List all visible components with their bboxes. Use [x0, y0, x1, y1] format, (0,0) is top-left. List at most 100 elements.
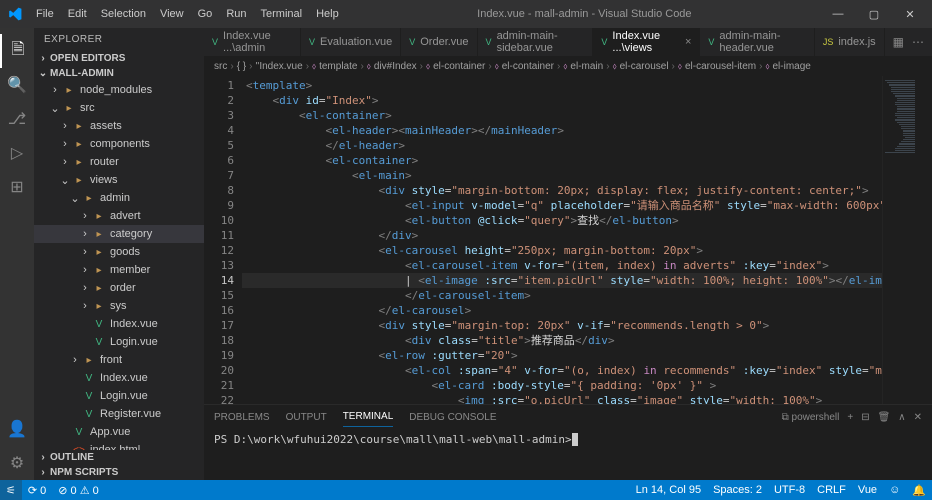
tree-item-views[interactable]: ⌄▸views [34, 171, 204, 189]
panel-tab-debug-console[interactable]: DEBUG CONSOLE [409, 408, 496, 427]
breadcrumb-item[interactable]: el-main [570, 61, 603, 72]
tab-order-vue[interactable]: VOrder.vue [401, 28, 477, 56]
tab-evaluation-vue[interactable]: VEvaluation.vue [301, 28, 401, 56]
menu-help[interactable]: Help [310, 4, 345, 24]
code-line[interactable]: <div style="margin-top: 20px" v-if="reco… [242, 318, 882, 333]
encoding[interactable]: UTF-8 [768, 480, 811, 500]
tree-item-router[interactable]: ›▸router [34, 153, 204, 171]
code-line[interactable]: <el-main> [242, 168, 882, 183]
maximize-panel-icon[interactable]: ∧ [898, 412, 905, 423]
menu-run[interactable]: Run [220, 4, 252, 24]
tree-item-node-modules[interactable]: ›▸node_modules [34, 81, 204, 99]
tree-item-goods[interactable]: ›▸goods [34, 243, 204, 261]
breadcrumb-item[interactable]: ''Index.vue [256, 61, 303, 72]
tab-admin-main-header-vue[interactable]: Vadmin-main-header.vue [700, 28, 814, 56]
breadcrumb-item[interactable]: { } [237, 61, 246, 72]
breadcrumb-item[interactable]: template [319, 61, 357, 72]
tab-admin-main-sidebar-vue[interactable]: Vadmin-main-sidebar.vue [478, 28, 594, 56]
tree-item-member[interactable]: ›▸member [34, 261, 204, 279]
code-line[interactable]: </el-carousel> [242, 303, 882, 318]
feedback-icon[interactable]: ☺ [883, 480, 906, 500]
menu-terminal[interactable]: Terminal [255, 4, 309, 24]
settings-gear-icon[interactable]: ⚙ [0, 446, 34, 480]
tree-item-order[interactable]: ›▸order [34, 279, 204, 297]
tab-index-vue-views[interactable]: VIndex.vue ...\views× [593, 28, 700, 56]
code-editor[interactable]: 1234567891011121314151617181920212223242… [204, 76, 932, 404]
kill-terminal-icon[interactable]: 🗑 [878, 412, 891, 423]
tree-item-front[interactable]: ›▸front [34, 351, 204, 369]
close-panel-icon[interactable]: ✕ [914, 412, 922, 423]
code-line[interactable]: <el-carousel-item v-for="(item, index) i… [242, 258, 882, 273]
menu-edit[interactable]: Edit [62, 4, 93, 24]
account-icon[interactable]: 👤 [0, 412, 34, 446]
code-line[interactable]: <el-card :body-style="{ padding: '0px' }… [242, 378, 882, 393]
panel-tab-terminal[interactable]: TERMINAL [343, 407, 394, 427]
tree-item-index-vue[interactable]: VIndex.vue [34, 369, 204, 387]
breadcrumb-item[interactable]: div#Index [374, 61, 417, 72]
code-line[interactable]: </div> [242, 228, 882, 243]
breadcrumb-item[interactable]: el-image [773, 61, 811, 72]
code-line[interactable]: <el-header><mainHeader></mainHeader> [242, 123, 882, 138]
tree-item-register-vue[interactable]: VRegister.vue [34, 405, 204, 423]
close-icon[interactable]: × [685, 36, 691, 48]
tree-item-assets[interactable]: ›▸assets [34, 117, 204, 135]
code-line[interactable]: <div id="Index"> [242, 93, 882, 108]
tree-item-admin[interactable]: ⌄▸admin [34, 189, 204, 207]
tree-item-sys[interactable]: ›▸sys [34, 297, 204, 315]
minimize-button[interactable]: — [824, 8, 852, 21]
open-editors-section[interactable]: ›OPEN EDITORS [34, 51, 204, 66]
search-icon[interactable]: 🔍 [0, 68, 34, 102]
project-section[interactable]: ⌄MALL-ADMIN [34, 66, 204, 81]
code-line[interactable]: </el-header> [242, 138, 882, 153]
new-terminal-icon[interactable]: + [847, 412, 853, 423]
tab-index-js[interactable]: JSindex.js [815, 28, 885, 56]
code-line[interactable]: <el-row :gutter="20"> [242, 348, 882, 363]
terminal-shell-selector[interactable]: ⧉ powershell [782, 412, 840, 423]
breadcrumb-item[interactable]: el-container [502, 61, 554, 72]
outline-section[interactable]: ›OUTLINE [34, 450, 204, 465]
close-button[interactable]: ✕ [896, 8, 924, 21]
tree-item-login-vue[interactable]: VLogin.vue [34, 333, 204, 351]
source-control-icon[interactable]: ⎇ [0, 102, 34, 136]
code-line[interactable]: <div class="title">推荐商品</div> [242, 333, 882, 348]
code-line[interactable]: <el-input v-model="q" placeholder="请输入商品… [242, 198, 882, 213]
code-line[interactable]: | <el-image :src="item.picUrl" style="wi… [242, 273, 882, 288]
split-editor-icon[interactable]: ▦ [893, 35, 904, 49]
problems-status[interactable]: ⊘ 0 ⚠ 0 [52, 480, 104, 500]
explorer-icon[interactable]: 🗎 [0, 34, 34, 68]
tree-item-login-vue[interactable]: VLogin.vue [34, 387, 204, 405]
eol[interactable]: CRLF [811, 480, 852, 500]
panel-tab-output[interactable]: OUTPUT [286, 408, 327, 427]
code-line[interactable]: <img :src="o.picUrl" class="image" style… [242, 393, 882, 404]
minimap[interactable] [882, 76, 932, 404]
menu-selection[interactable]: Selection [95, 4, 152, 24]
tree-item-index-html[interactable]: <>index.html [34, 441, 204, 450]
breadcrumbs[interactable]: src › { } › ''Index.vue ›⬨ template ›⬨ d… [204, 56, 932, 76]
npm-scripts-section[interactable]: ›NPM SCRIPTS [34, 465, 204, 480]
more-icon[interactable]: ⋯ [912, 35, 924, 49]
cursor-position[interactable]: Ln 14, Col 95 [630, 480, 707, 500]
remote-button[interactable]: ⚟ [0, 480, 22, 500]
tree-item-src[interactable]: ⌄▸src [34, 99, 204, 117]
code-line[interactable]: <div style="margin-bottom: 20px; display… [242, 183, 882, 198]
breadcrumb-item[interactable]: el-carousel-item [685, 61, 756, 72]
tree-item-advert[interactable]: ›▸advert [34, 207, 204, 225]
terminal-body[interactable]: PS D:\work\wfuhui2022\course\mall\mall-w… [204, 429, 932, 480]
tree-item-app-vue[interactable]: VApp.vue [34, 423, 204, 441]
code-line[interactable]: <el-carousel height="250px; margin-botto… [242, 243, 882, 258]
run-debug-icon[interactable]: ▷ [0, 136, 34, 170]
tree-item-components[interactable]: ›▸components [34, 135, 204, 153]
menu-view[interactable]: View [154, 4, 190, 24]
split-terminal-icon[interactable]: ⊟ [861, 412, 869, 423]
menu-go[interactable]: Go [192, 4, 219, 24]
notifications-icon[interactable]: 🔔 [906, 480, 932, 500]
language-mode[interactable]: Vue [852, 480, 883, 500]
sync-status[interactable]: ⟳ 0 [22, 480, 52, 500]
maximize-button[interactable]: ▢ [860, 8, 888, 21]
extensions-icon[interactable]: ⊞ [0, 170, 34, 204]
menu-file[interactable]: File [30, 4, 60, 24]
panel-tab-problems[interactable]: PROBLEMS [214, 408, 270, 427]
tree-item-category[interactable]: ›▸category [34, 225, 204, 243]
code-line[interactable]: </el-carousel-item> [242, 288, 882, 303]
code-line[interactable]: <el-button @click="query">查找</el-button> [242, 213, 882, 228]
